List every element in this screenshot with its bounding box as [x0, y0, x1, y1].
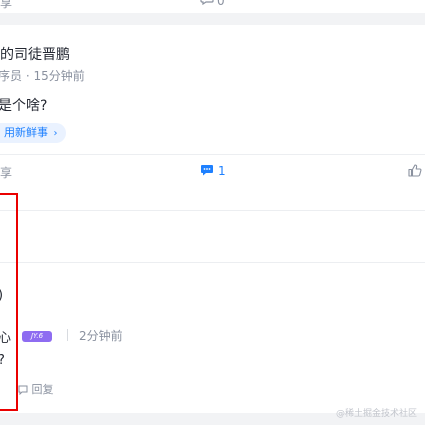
- highlight-annotation-box: [0, 193, 18, 411]
- post-topic-tag[interactable]: 用新鲜事 ›: [0, 123, 66, 143]
- reply-button[interactable]: 回复: [18, 381, 54, 397]
- post-author-meta: 程序员 · 15分钟前: [0, 69, 85, 83]
- top-comment-icon[interactable]: [200, 0, 214, 5]
- share-button[interactable]: 分享: [0, 164, 12, 181]
- post-topic-tag-label: 用新鲜事: [4, 126, 48, 139]
- watermark: @稀土掘金技术社区: [335, 409, 417, 419]
- comment-icon[interactable]: [200, 164, 214, 177]
- user-level-badge: JY.6: [22, 331, 52, 342]
- meta-separator: [67, 329, 68, 341]
- comment-area-divider: [0, 210, 425, 211]
- like-icon[interactable]: [408, 164, 422, 177]
- reply-label: 回复: [31, 383, 54, 396]
- post-author-name[interactable]: 鹏的司徒晋鹏: [0, 44, 70, 64]
- comment-time: 2分钟前: [79, 329, 123, 343]
- top-comment-count: 0: [217, 0, 225, 8]
- chevron-right-icon: ›: [53, 128, 58, 139]
- reply-icon: [18, 385, 28, 395]
- post-body-text: 是个啥?: [0, 98, 48, 114]
- section-gap-top: [0, 13, 425, 25]
- top-share-label[interactable]: 享: [0, 0, 12, 11]
- comment-count[interactable]: 1: [218, 164, 226, 178]
- comment-list-divider: [0, 262, 425, 263]
- post-divider: [0, 154, 425, 155]
